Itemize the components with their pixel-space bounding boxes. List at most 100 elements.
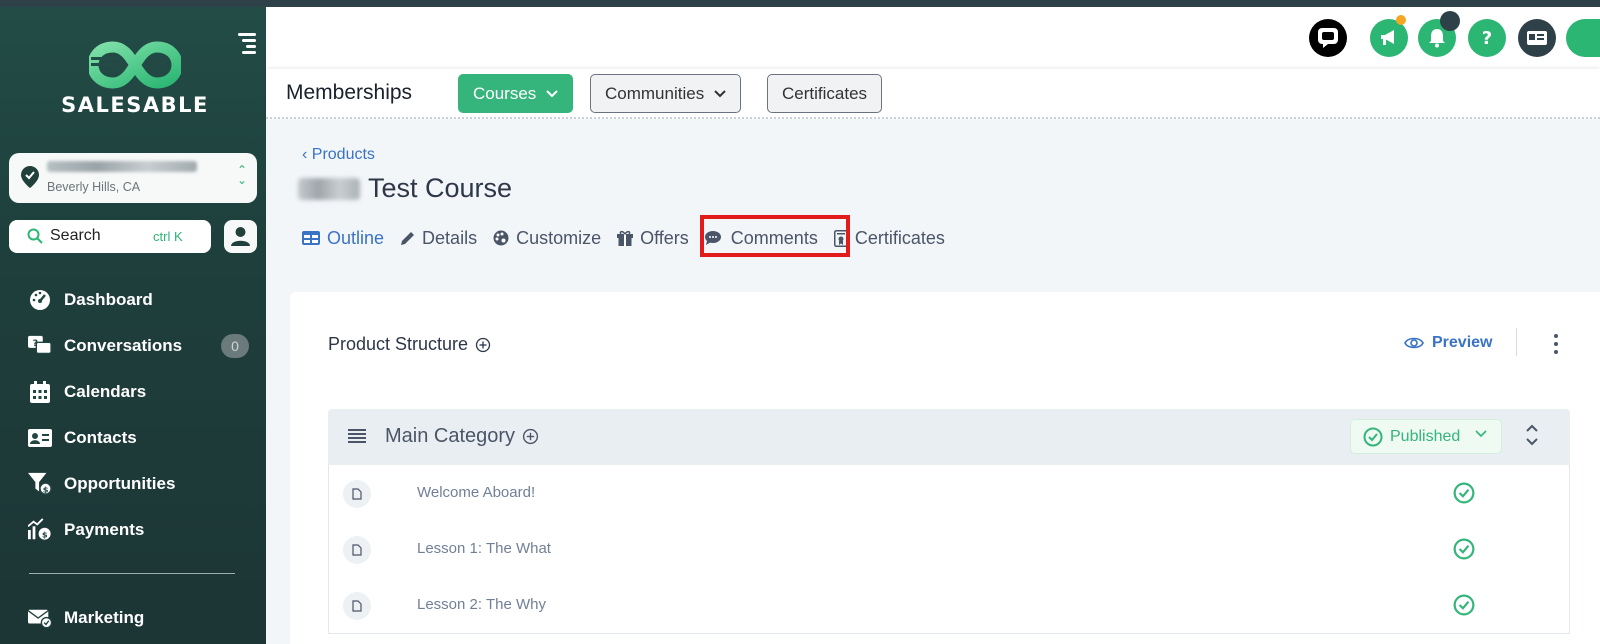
search-shortcut: ctrl K <box>153 229 183 244</box>
document-icon <box>343 480 371 508</box>
pencil-icon <box>400 231 415 246</box>
course-tab-label: Certificates <box>854 227 945 248</box>
chart-dollar-icon: $ <box>28 518 52 542</box>
search-button[interactable]: Search ctrl K <box>9 220 211 253</box>
published-check-icon <box>1453 538 1475 560</box>
eye-icon <box>1404 337 1424 349</box>
status-label: Published <box>1390 427 1461 445</box>
tab-communities-label: Communities <box>605 83 705 103</box>
notification-dot <box>1396 15 1406 25</box>
course-tab-customize[interactable]: Customize <box>493 228 601 249</box>
tab-certificates-label: Certificates <box>782 83 868 103</box>
help-icon[interactable]: ? <box>1468 19 1506 57</box>
comments-tab-highlight <box>700 215 850 257</box>
published-check-icon <box>1453 594 1475 616</box>
back-link-label: Products <box>311 146 375 163</box>
add-circle-icon[interactable] <box>475 337 491 353</box>
top-header: ? <box>266 7 1600 69</box>
course-tab-details[interactable]: Details <box>400 228 477 249</box>
category-header[interactable]: Main Category Published <box>328 409 1570 465</box>
gift-icon <box>617 230 634 246</box>
funnel-dollar-icon: $ <box>28 472 52 496</box>
mail-check-icon <box>28 606 52 630</box>
back-to-products-link[interactable]: ‹ Products <box>302 146 375 164</box>
sidebar-item-label: Dashboard <box>64 290 153 309</box>
user-profile-button[interactable] <box>224 220 257 253</box>
location-subtitle: Beverly Hills, CA <box>47 180 141 194</box>
sidebar: SALESABLE Beverly Hills, CA ⌃ ⌄ Search ct… <box>0 7 266 644</box>
preview-label: Preview <box>1432 334 1493 351</box>
category-name: Main Category <box>385 425 539 448</box>
course-tab-offers[interactable]: Offers <box>617 228 689 249</box>
id-card-icon[interactable] <box>1518 19 1556 57</box>
table-icon <box>302 231 320 245</box>
more-options-icon[interactable] <box>1552 332 1560 356</box>
tab-communities[interactable]: Communities <box>590 74 742 113</box>
search-label: Search <box>50 227 101 244</box>
conversations-count-badge: 0 <box>221 334 249 358</box>
sidebar-item-payments[interactable]: $ Payments <box>0 507 266 553</box>
course-tabs: Outline Details Customize Offers Comment… <box>302 222 961 254</box>
tab-certificates[interactable]: Certificates <box>767 74 883 113</box>
brand-logo[interactable]: SALESABLE <box>50 41 220 131</box>
user-icon <box>231 227 250 246</box>
add-circle-icon[interactable] <box>522 428 539 445</box>
sidebar-item-label: Calendars <box>64 382 147 401</box>
partial-avatar[interactable] <box>1566 19 1600 57</box>
sidebar-item-calendars[interactable]: Calendars <box>0 369 266 415</box>
sidebar-collapse-icon[interactable] <box>236 33 256 55</box>
memberships-subnav: Memberships Courses Communities Certific… <box>266 69 1600 119</box>
course-tab-label: Offers <box>640 227 689 248</box>
sidebar-item-marketing[interactable]: Marketing <box>0 595 266 641</box>
check-circle-icon <box>1363 427 1383 447</box>
drag-handle-icon[interactable] <box>348 429 366 443</box>
preview-button[interactable]: Preview <box>1404 334 1492 352</box>
header-separator <box>1516 328 1517 356</box>
status-dropdown[interactable]: Published <box>1350 419 1502 454</box>
sidebar-divider <box>29 573 235 574</box>
chevron-down-icon <box>1475 430 1487 438</box>
course-tab-label: Outline <box>327 227 385 248</box>
sidebar-item-conversations[interactable]: ? Conversations 0 <box>0 323 266 369</box>
course-tab-label: Details <box>422 227 478 248</box>
sidebar-nav: Dashboard ? Conversations 0 Calendars Co… <box>0 277 266 553</box>
search-icon <box>27 228 43 244</box>
location-switcher[interactable]: Beverly Hills, CA ⌃ ⌄ <box>9 153 257 203</box>
lesson-row[interactable]: Welcome Aboard! <box>328 465 1570 522</box>
page-title: Memberships <box>286 81 413 104</box>
chat-widget-icon[interactable] <box>1309 19 1347 57</box>
palette-icon <box>493 230 509 246</box>
expand-collapse-icon[interactable] <box>1525 423 1539 447</box>
sidebar-marketing-group: Marketing <box>0 595 266 641</box>
infinity-logo-icon <box>89 41 181 89</box>
lesson-name: Welcome Aboard! <box>417 484 536 501</box>
product-structure-title: Product Structure <box>328 334 469 354</box>
course-title: Test Course <box>298 173 512 204</box>
sidebar-item-contacts[interactable]: Contacts <box>0 415 266 461</box>
tab-courses[interactable]: Courses <box>458 74 574 113</box>
published-check-icon <box>1453 482 1475 504</box>
lesson-row[interactable]: Lesson 1: The What <box>328 521 1570 578</box>
brand-name: SALESABLE <box>61 93 209 117</box>
sidebar-item-label: Conversations <box>64 336 183 355</box>
product-structure-panel: Product Structure Preview Main Category … <box>290 292 1600 644</box>
document-icon <box>343 536 371 564</box>
course-title-text: Test Course <box>368 173 513 203</box>
sidebar-item-opportunities[interactable]: $ Opportunities <box>0 461 266 507</box>
lesson-name: Lesson 2: The Why <box>417 596 546 613</box>
course-tab-outline[interactable]: Outline <box>302 228 384 249</box>
location-name-redacted <box>47 161 197 172</box>
location-pin-icon <box>21 166 39 188</box>
svg-text:$: $ <box>43 484 49 494</box>
course-title-redacted <box>298 177 360 200</box>
course-tab-certificates[interactable]: Certificates <box>833 227 945 249</box>
lesson-row[interactable]: Lesson 2: The Why <box>328 577 1570 634</box>
chevron-left-icon: ‹ <box>302 146 308 163</box>
course-tab-label: Customize <box>516 227 602 248</box>
chevron-down-icon <box>546 89 559 97</box>
top-strip <box>0 0 1600 7</box>
sidebar-item-label: Payments <box>64 520 145 539</box>
sidebar-item-dashboard[interactable]: Dashboard <box>0 277 266 323</box>
calendar-icon <box>28 380 52 404</box>
sidebar-item-label: Opportunities <box>64 474 176 493</box>
